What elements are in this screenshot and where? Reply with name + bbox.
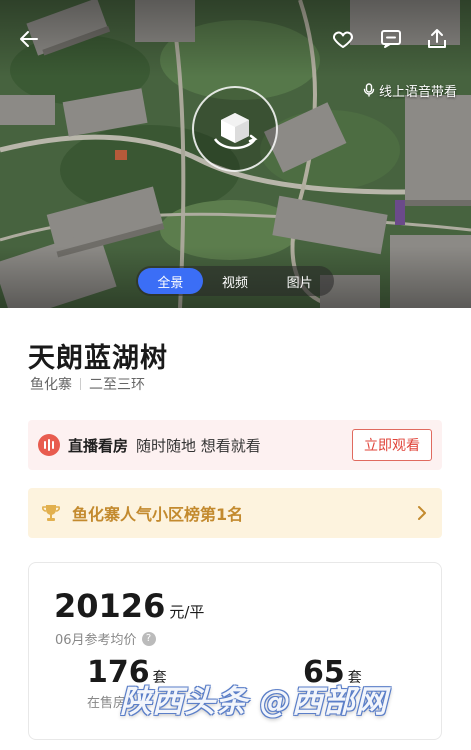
price-value: 20126	[54, 587, 166, 625]
watermark: 陕西头条 @西部网	[120, 684, 388, 720]
aerial-hero[interactable]: 线上语音带看 全景 视频 图片	[0, 0, 471, 308]
chat-icon	[381, 30, 401, 48]
3d-cube-icon	[213, 113, 258, 150]
chevron-right-icon	[418, 506, 426, 520]
live-icon	[38, 434, 60, 456]
favorite-button[interactable]	[328, 24, 358, 54]
help-icon[interactable]: ?	[141, 631, 156, 646]
watch-now-button[interactable]: 立即观看	[352, 429, 432, 461]
price-unit: 元/平	[169, 603, 205, 621]
media-tabs: 全景 视频 图片	[136, 266, 334, 296]
live-subtitle: 随时随地 想看就看	[136, 436, 261, 455]
heart-icon	[332, 31, 354, 48]
rank-text: 鱼化寨人气小区榜第1名	[72, 505, 244, 524]
message-button[interactable]	[376, 24, 406, 54]
price-period-label: 06月参考均价	[55, 633, 137, 648]
vr-panorama-button[interactable]	[192, 86, 278, 172]
trophy-icon	[42, 505, 60, 521]
microphone-icon	[363, 83, 375, 97]
live-viewing-banner: 直播看房 随时随地 想看就看 立即观看	[28, 420, 442, 470]
back-button[interactable]	[14, 24, 44, 54]
tab-photos[interactable]: 图片	[267, 268, 332, 294]
divider	[80, 378, 81, 390]
share-icon	[428, 29, 446, 48]
arrow-left-icon	[20, 31, 38, 47]
tab-video[interactable]: 视频	[203, 268, 268, 294]
voice-tour-label: 线上语音带看	[378, 84, 457, 100]
ring-road-label: 二至三环	[89, 377, 145, 393]
price-label: 06月参考均价 ?	[55, 629, 156, 648]
estate-location: 鱼化寨 二至三环	[30, 374, 145, 394]
live-title: 直播看房	[68, 436, 129, 455]
share-button[interactable]	[422, 24, 452, 54]
tab-panorama[interactable]: 全景	[138, 268, 203, 294]
district-label: 鱼化寨	[30, 377, 72, 393]
average-price: 20126 元/平	[54, 587, 204, 625]
voice-tour-button[interactable]: 线上语音带看	[357, 78, 463, 102]
estate-name: 天朗蓝湖树	[28, 343, 168, 374]
popularity-rank-banner[interactable]: 鱼化寨人气小区榜第1名	[28, 488, 442, 538]
